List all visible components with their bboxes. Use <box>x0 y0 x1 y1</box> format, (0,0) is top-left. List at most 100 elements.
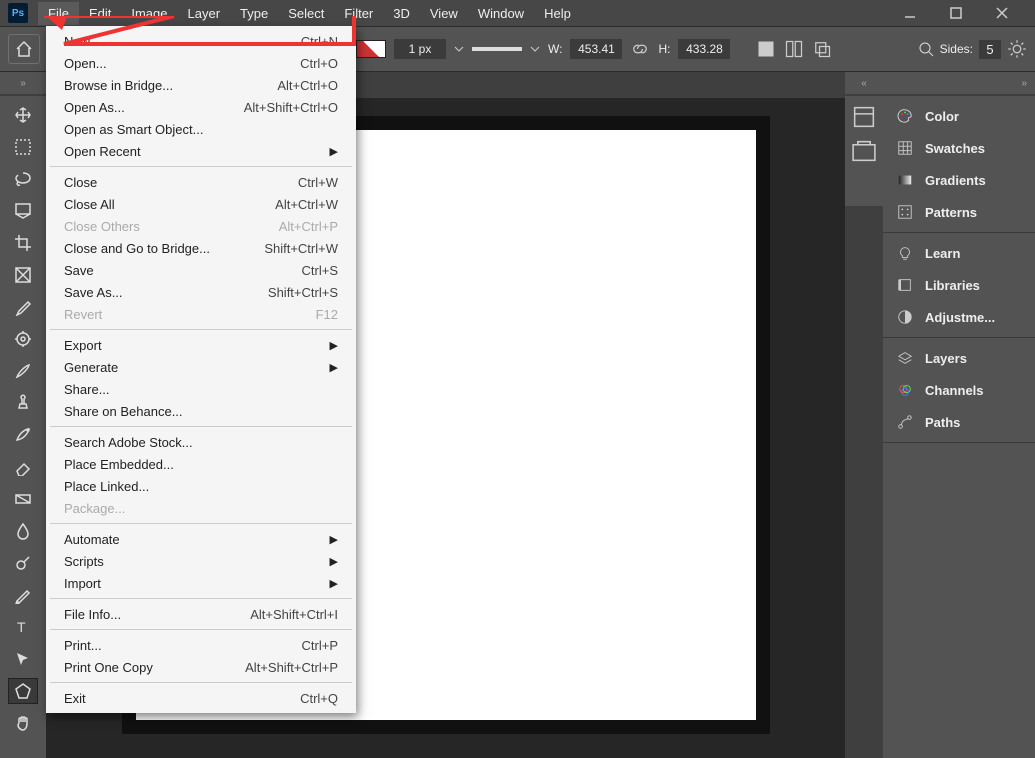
menu-item-close[interactable]: CloseCtrl+W <box>46 171 356 193</box>
menu-help[interactable]: Help <box>534 2 581 25</box>
height-field[interactable]: 433.28 <box>678 39 730 59</box>
path-ops-icon[interactable] <box>756 39 776 59</box>
menu-item-open-recent[interactable]: Open Recent▶ <box>46 140 356 162</box>
panel-channels[interactable]: Channels <box>883 374 1035 406</box>
tool-brush[interactable] <box>8 358 38 384</box>
panel-patterns[interactable]: Patterns <box>883 196 1035 228</box>
tool-path-sel[interactable] <box>8 646 38 672</box>
tool-blur[interactable] <box>8 518 38 544</box>
panel-adjustme[interactable]: Adjustme... <box>883 301 1035 333</box>
tool-dodge[interactable] <box>8 550 38 576</box>
tool-hand[interactable] <box>8 710 38 736</box>
search-icon[interactable] <box>918 41 934 57</box>
home-button[interactable] <box>8 34 40 64</box>
menu-item-place-embedded[interactable]: Place Embedded... <box>46 453 356 475</box>
minimize-button[interactable] <box>901 4 919 22</box>
menu-item-print-one-copy[interactable]: Print One Copy Alt+Shift+Ctrl+P <box>46 656 356 678</box>
history-panel-icon[interactable] <box>850 104 878 130</box>
width-field[interactable]: 453.41 <box>570 39 622 59</box>
tool-crop[interactable] <box>8 230 38 256</box>
panel-swatches[interactable]: Swatches <box>883 132 1035 164</box>
arrange-icon[interactable] <box>812 39 832 59</box>
menu-item-generate[interactable]: Generate▶ <box>46 356 356 378</box>
tool-frame[interactable] <box>8 262 38 288</box>
gear-icon[interactable] <box>1007 39 1027 59</box>
stroke-style-preview[interactable] <box>472 47 522 51</box>
menu-item-file-info[interactable]: File Info...Alt+Shift+Ctrl+I <box>46 603 356 625</box>
menu-file[interactable]: File <box>38 2 79 25</box>
menu-item-search-adobe-stock[interactable]: Search Adobe Stock... <box>46 431 356 453</box>
tool-history[interactable] <box>8 422 38 448</box>
maximize-button[interactable] <box>947 4 965 22</box>
menu-item-share-on-behance[interactable]: Share on Behance... <box>46 400 356 422</box>
align-icon[interactable] <box>784 39 804 59</box>
panel-paths[interactable]: Paths <box>883 406 1035 438</box>
tool-lasso[interactable] <box>8 166 38 192</box>
properties-panel-icon[interactable] <box>850 138 878 164</box>
menu-item-place-linked[interactable]: Place Linked... <box>46 475 356 497</box>
menu-separator <box>50 166 352 167</box>
menu-item-open-as[interactable]: Open As...Alt+Shift+Ctrl+O <box>46 96 356 118</box>
tool-eraser[interactable] <box>8 454 38 480</box>
panel-group: LayersChannelsPaths <box>883 338 1035 443</box>
tool-stamp[interactable] <box>8 390 38 416</box>
menu-window[interactable]: Window <box>468 2 534 25</box>
menu-item-automate[interactable]: Automate▶ <box>46 528 356 550</box>
menu-item-new[interactable]: New...Ctrl+N <box>46 30 356 52</box>
submenu-arrow-icon: ▶ <box>330 361 338 374</box>
tool-marquee[interactable] <box>8 134 38 160</box>
menu-item-exit[interactable]: ExitCtrl+Q <box>46 687 356 709</box>
mini-dock-collapse[interactable]: « <box>845 72 883 94</box>
stroke-noneswatch[interactable] <box>356 40 386 58</box>
tool-type[interactable]: T <box>8 614 38 640</box>
tool-gradient[interactable] <box>8 486 38 512</box>
menu-edit[interactable]: Edit <box>79 2 121 25</box>
panel-layers[interactable]: Layers <box>883 342 1035 374</box>
menu-item-label: Close and Go to Bridge... <box>64 241 210 256</box>
menu-layer[interactable]: Layer <box>178 2 231 25</box>
tool-pen[interactable] <box>8 582 38 608</box>
menu-item-label: Close <box>64 175 97 190</box>
sides-field[interactable]: 5 <box>979 40 1001 59</box>
menu-item-scripts[interactable]: Scripts▶ <box>46 550 356 572</box>
tool-polygon[interactable] <box>8 678 38 704</box>
circle-icon <box>895 308 915 326</box>
menu-image[interactable]: Image <box>121 2 177 25</box>
menu-shortcut: Ctrl+O <box>300 56 338 71</box>
menu-item-label: Print One Copy <box>64 660 153 675</box>
menu-item-open-as-smart-object[interactable]: Open as Smart Object... <box>46 118 356 140</box>
menu-3d[interactable]: 3D <box>383 2 420 25</box>
menu-item-save-as[interactable]: Save As...Shift+Ctrl+S <box>46 281 356 303</box>
tool-spot[interactable] <box>8 326 38 352</box>
menu-filter[interactable]: Filter <box>334 2 383 25</box>
menu-item-save[interactable]: SaveCtrl+S <box>46 259 356 281</box>
menu-item-close-and-go-to-bridge[interactable]: Close and Go to Bridge...Shift+Ctrl+W <box>46 237 356 259</box>
menu-shortcut: Alt+Shift+Ctrl+P <box>245 660 338 675</box>
menu-item-close-all[interactable]: Close AllAlt+Ctrl+W <box>46 193 356 215</box>
chevron-down-icon[interactable] <box>454 44 464 54</box>
menu-item-share[interactable]: Share... <box>46 378 356 400</box>
menu-item-import[interactable]: Import▶ <box>46 572 356 594</box>
menu-item-export[interactable]: Export▶ <box>46 334 356 356</box>
panel-color[interactable]: Color <box>883 100 1035 132</box>
menu-type[interactable]: Type <box>230 2 278 25</box>
menu-item-open[interactable]: Open...Ctrl+O <box>46 52 356 74</box>
submenu-arrow-icon: ▶ <box>330 555 338 568</box>
menu-view[interactable]: View <box>420 2 468 25</box>
chevron-down-icon[interactable] <box>530 44 540 54</box>
tool-move[interactable] <box>8 102 38 128</box>
stroke-width-field[interactable]: 1 px <box>394 39 446 59</box>
panel-learn[interactable]: Learn <box>883 237 1035 269</box>
tool-eyedropper[interactable] <box>8 294 38 320</box>
menu-item-browse-in-bridge[interactable]: Browse in Bridge...Alt+Ctrl+O <box>46 74 356 96</box>
panel-label: Adjustme... <box>925 310 995 325</box>
panel-libraries[interactable]: Libraries <box>883 269 1035 301</box>
menu-item-print[interactable]: Print...Ctrl+P <box>46 634 356 656</box>
toolbar-collapse[interactable]: » <box>0 72 46 94</box>
link-icon[interactable] <box>630 39 650 59</box>
panel-gradients[interactable]: Gradients <box>883 164 1035 196</box>
panel-collapse[interactable]: » <box>883 72 1035 94</box>
tool-wand[interactable] <box>8 198 38 224</box>
menu-select[interactable]: Select <box>278 2 334 25</box>
close-window-button[interactable] <box>993 4 1011 22</box>
